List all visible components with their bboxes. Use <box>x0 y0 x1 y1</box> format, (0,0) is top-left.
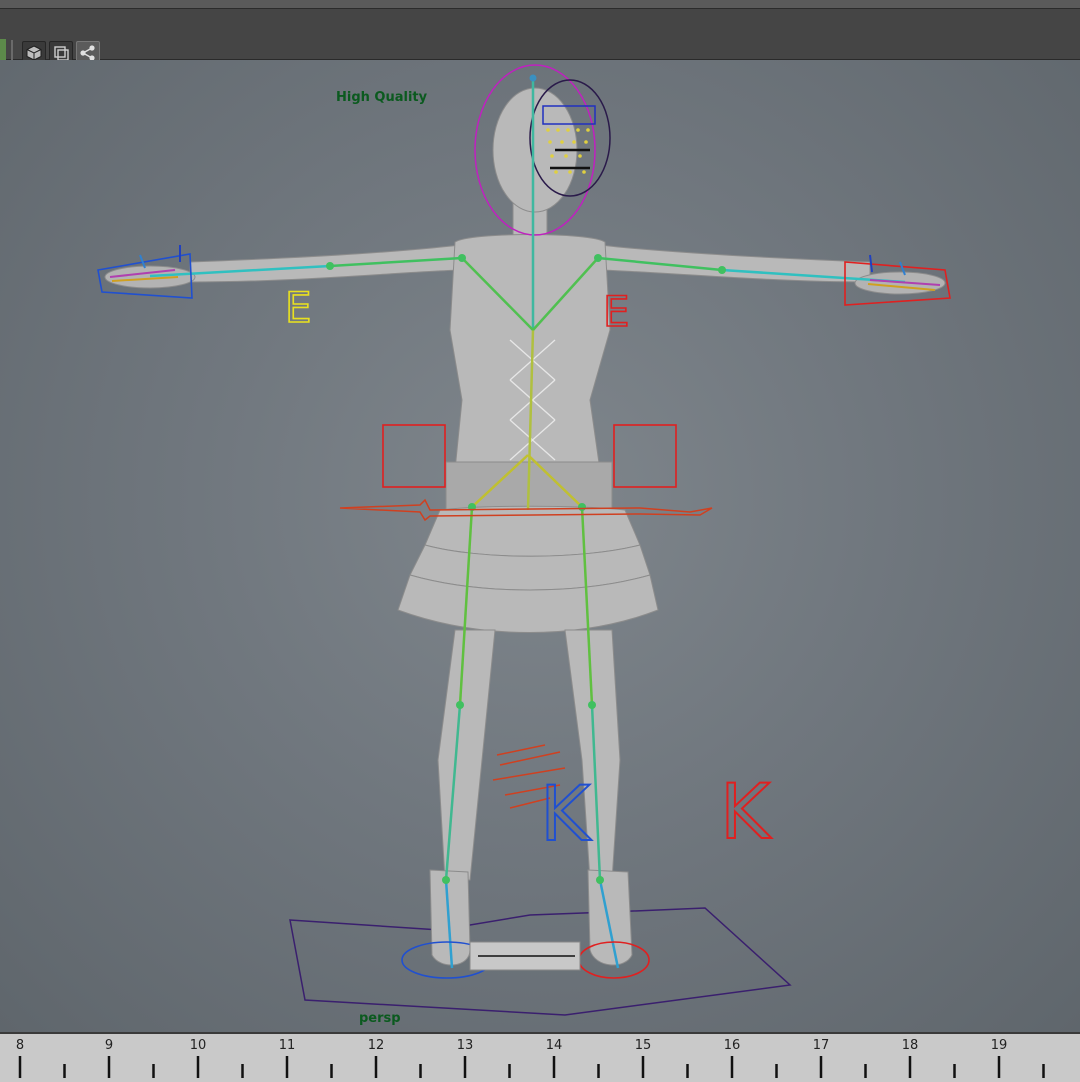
timeline-frame-label: 15 <box>634 1038 652 1053</box>
timeline-frame-label: 14 <box>545 1038 563 1053</box>
toolbar-overflow-stub[interactable] <box>0 39 6 61</box>
knee-control-left[interactable]: K <box>539 768 593 859</box>
viewport-toolbar <box>0 9 1080 65</box>
timeline-frame-label: 12 <box>367 1038 385 1053</box>
menu-bar-strip <box>0 0 1080 9</box>
scene-svg: E E K K <box>97 64 951 1016</box>
timeline-frame-label: 11 <box>278 1038 296 1053</box>
toolbar-separator <box>11 40 13 60</box>
timeline-frame-label: 13 <box>456 1038 474 1053</box>
3d-viewport[interactable]: E E K K High Quality persp <box>0 60 1080 1032</box>
timeline-frame-label: 10 <box>189 1038 207 1053</box>
timeline-frame-label: 18 <box>901 1038 919 1053</box>
elbow-control-right[interactable]: E <box>602 286 630 337</box>
timeline-frame-label: 17 <box>812 1038 830 1053</box>
pelvis-control-left[interactable] <box>382 424 446 488</box>
elbow-control-left[interactable]: E <box>284 282 312 333</box>
timeline-frame-label: 16 <box>723 1038 741 1053</box>
quality-label: High Quality <box>336 90 428 105</box>
time-slider[interactable]: 8 9 10 11 12 13 14 15 16 17 18 19 <box>0 1032 1080 1082</box>
timeline-frame-label: 8 <box>15 1038 25 1053</box>
pelvis-control-right[interactable] <box>613 424 677 488</box>
knee-control-right[interactable]: K <box>719 766 773 857</box>
timeline-frame-label: 19 <box>990 1038 1008 1053</box>
character-mesh[interactable] <box>104 87 946 966</box>
camera-label: persp <box>359 1011 401 1026</box>
timeline-frame-label: 9 <box>104 1038 114 1053</box>
